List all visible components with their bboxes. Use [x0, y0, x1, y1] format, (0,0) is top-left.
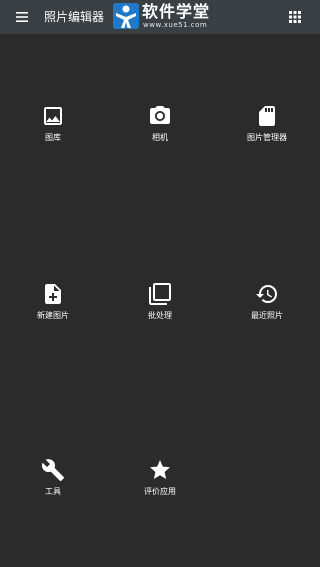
menu-item-label: 新建图片 [37, 311, 69, 320]
menu-item-rate-app[interactable]: 评价应用 [107, 458, 213, 518]
camera-icon [150, 106, 170, 124]
menu-item-label: 工具 [45, 487, 61, 496]
image-icon [44, 107, 62, 125]
menu-item-recent-photos[interactable]: 最近照片 [214, 282, 320, 342]
menu-item-image-manager[interactable]: 图片管理器 [214, 104, 320, 164]
app-title: 照片编辑器 [44, 10, 105, 24]
apps-grid-icon[interactable] [289, 11, 301, 23]
menu-item-label: 相机 [152, 133, 168, 142]
watermark-logo-icon [113, 3, 139, 29]
menu-item-tools[interactable]: 工具 [0, 458, 106, 518]
app-bar: 照片编辑器 软件学堂 www.xue51.com [0, 0, 320, 34]
stacked-images-icon [149, 283, 171, 305]
menu-item-gallery[interactable]: 图库 [0, 104, 106, 164]
star-icon [150, 460, 170, 479]
watermark-url: www.xue51.com [143, 21, 208, 29]
history-icon [256, 285, 277, 303]
watermark-title: 软件学堂 [142, 2, 211, 21]
menu-item-batch[interactable]: 批处理 [107, 282, 213, 342]
main-menu-grid: 图库 相机 图片管理器 新建图片 批处理 最近照片 工具 评价应用 [0, 34, 320, 567]
sd-card-icon [259, 106, 275, 126]
menu-item-label: 批处理 [148, 311, 172, 320]
menu-item-new-image[interactable]: 新建图片 [0, 282, 106, 342]
wrench-icon [41, 459, 64, 481]
menu-item-label: 图库 [45, 133, 61, 142]
menu-item-label: 图片管理器 [247, 133, 287, 142]
watermark: 软件学堂 www.xue51.com [112, 2, 220, 32]
hamburger-menu-icon[interactable] [14, 10, 30, 24]
menu-item-label: 最近照片 [251, 311, 283, 320]
new-file-icon [45, 284, 61, 304]
menu-item-camera[interactable]: 相机 [107, 104, 213, 164]
menu-item-label: 评价应用 [144, 487, 176, 496]
